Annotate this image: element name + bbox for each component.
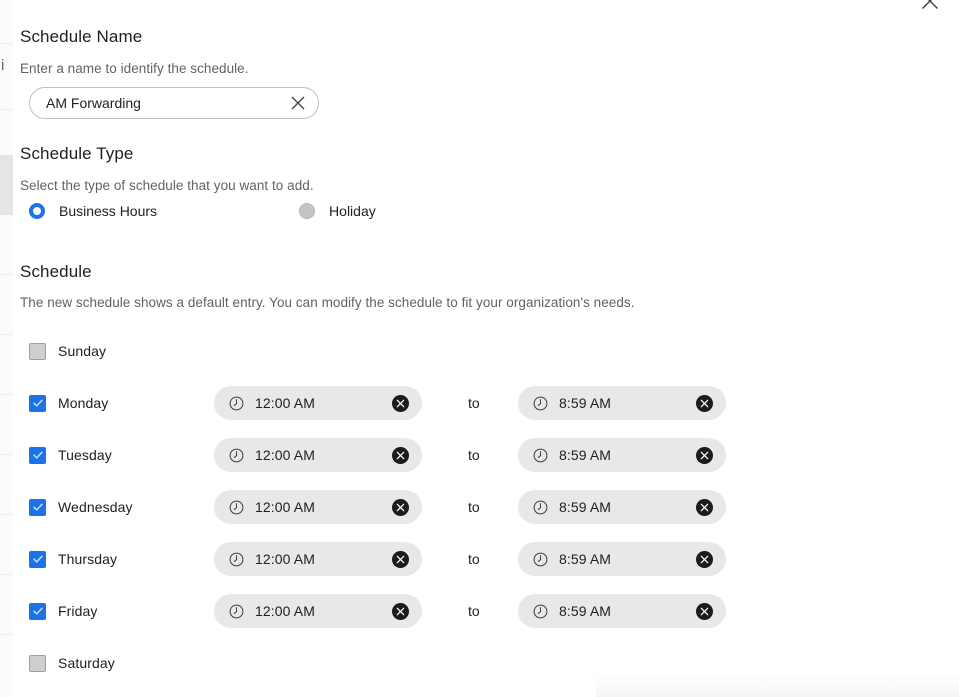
day-label-sunday: Sunday bbox=[58, 343, 107, 359]
start-time-value-thursday: 12:00 AM bbox=[255, 551, 315, 567]
clear-end-time-friday[interactable] bbox=[696, 602, 713, 620]
radio-holiday[interactable]: Holiday bbox=[299, 203, 376, 219]
schedule-type-heading: Schedule Type bbox=[20, 144, 134, 163]
end-time-value-wednesday: 8:59 AM bbox=[559, 499, 612, 515]
time-separator: to bbox=[468, 551, 480, 567]
start-time-tuesday[interactable]: 12:00 AM bbox=[214, 438, 422, 472]
clock-icon bbox=[228, 551, 244, 567]
schedule-heading: Schedule bbox=[20, 262, 92, 281]
radio-business-hours[interactable]: Business Hours bbox=[29, 203, 157, 219]
backdrop-row bbox=[0, 335, 13, 395]
start-time-wednesday[interactable]: 12:00 AM bbox=[214, 490, 422, 524]
table-row: Friday 12:00 AM to 8:59 AM bbox=[20, 585, 959, 637]
day-label-monday: Monday bbox=[58, 395, 109, 411]
clear-start-time-monday[interactable] bbox=[392, 394, 409, 412]
day-label-friday: Friday bbox=[58, 603, 98, 619]
schedule-name-heading: Schedule Name bbox=[20, 27, 143, 46]
clear-start-time-wednesday[interactable] bbox=[392, 498, 409, 516]
day-checkbox-thursday[interactable] bbox=[29, 550, 46, 568]
time-separator: to bbox=[468, 603, 480, 619]
schedule-type-description: Select the type of schedule that you wan… bbox=[20, 178, 314, 193]
day-label-tuesday: Tuesday bbox=[58, 447, 112, 463]
clock-icon bbox=[532, 395, 548, 411]
radio-selected-icon bbox=[29, 203, 45, 219]
start-time-friday[interactable]: 12:00 AM bbox=[214, 594, 422, 628]
end-time-wednesday[interactable]: 8:59 AM bbox=[518, 490, 726, 524]
clock-icon bbox=[228, 603, 244, 619]
end-time-value-friday: 8:59 AM bbox=[559, 603, 612, 619]
backdrop-row bbox=[0, 455, 13, 515]
radio-unselected-icon bbox=[299, 203, 316, 219]
backdrop-row bbox=[0, 395, 13, 455]
page-backdrop-sliver: i bbox=[0, 0, 13, 697]
end-time-value-monday: 8:59 AM bbox=[559, 395, 612, 411]
table-row: Wednesday 12:00 AM to 8:59 AM bbox=[20, 481, 959, 533]
end-time-tuesday[interactable]: 8:59 AM bbox=[518, 438, 726, 472]
day-checkbox-wednesday[interactable] bbox=[29, 498, 46, 516]
table-row: Saturday bbox=[20, 637, 959, 689]
time-separator: to bbox=[468, 395, 480, 411]
backdrop-row bbox=[0, 215, 13, 275]
clock-icon bbox=[532, 499, 548, 515]
end-time-friday[interactable]: 8:59 AM bbox=[518, 594, 726, 628]
clear-start-time-tuesday[interactable] bbox=[392, 446, 409, 464]
backdrop-highlight-row bbox=[0, 155, 13, 215]
radio-holiday-label: Holiday bbox=[329, 203, 376, 219]
day-label-wednesday: Wednesday bbox=[58, 499, 133, 515]
dialog-content: Schedule Name Enter a name to identify t… bbox=[20, 0, 959, 697]
start-time-value-tuesday: 12:00 AM bbox=[255, 447, 315, 463]
time-separator: to bbox=[468, 499, 480, 515]
backdrop-row bbox=[0, 44, 13, 110]
clear-end-time-monday[interactable] bbox=[696, 394, 713, 412]
schedule-name-field[interactable] bbox=[29, 87, 319, 119]
clock-icon bbox=[532, 551, 548, 567]
end-time-thursday[interactable]: 8:59 AM bbox=[518, 542, 726, 576]
start-time-thursday[interactable]: 12:00 AM bbox=[214, 542, 422, 576]
schedule-name-input[interactable] bbox=[46, 89, 268, 117]
day-checkbox-friday[interactable] bbox=[29, 602, 46, 620]
day-checkbox-tuesday[interactable] bbox=[29, 446, 46, 464]
table-row: Monday 12:00 AM to 8:59 AM bbox=[20, 377, 959, 429]
table-row: Sunday bbox=[20, 325, 959, 377]
day-checkbox-sunday[interactable] bbox=[29, 342, 46, 360]
time-separator: to bbox=[468, 447, 480, 463]
schedule-dialog: Schedule Name Enter a name to identify t… bbox=[13, 0, 959, 697]
day-checkbox-saturday[interactable] bbox=[29, 654, 46, 672]
schedule-day-list: Sunday Monday 12:00 AM to 8:59 AM Tuesda… bbox=[20, 325, 959, 689]
table-row: Tuesday 12:00 AM to 8:59 AM bbox=[20, 429, 959, 481]
backdrop-row bbox=[0, 0, 13, 44]
clear-name-icon[interactable] bbox=[286, 91, 310, 115]
day-checkbox-monday[interactable] bbox=[29, 394, 46, 412]
schedule-description: The new schedule shows a default entry. … bbox=[20, 295, 635, 310]
end-time-value-thursday: 8:59 AM bbox=[559, 551, 612, 567]
start-time-monday[interactable]: 12:00 AM bbox=[214, 386, 422, 420]
schedule-name-description: Enter a name to identify the schedule. bbox=[20, 61, 249, 76]
clock-icon bbox=[532, 603, 548, 619]
start-time-value-wednesday: 12:00 AM bbox=[255, 499, 315, 515]
day-label-thursday: Thursday bbox=[58, 551, 118, 567]
start-time-value-monday: 12:00 AM bbox=[255, 395, 315, 411]
start-time-value-friday: 12:00 AM bbox=[255, 603, 315, 619]
backdrop-row bbox=[0, 275, 13, 335]
end-time-value-tuesday: 8:59 AM bbox=[559, 447, 612, 463]
schedule-type-radio-group: Business Hours Holiday bbox=[29, 203, 376, 219]
clear-start-time-friday[interactable] bbox=[392, 602, 409, 620]
clock-icon bbox=[532, 447, 548, 463]
backdrop-row bbox=[0, 575, 13, 635]
day-label-saturday: Saturday bbox=[58, 655, 115, 671]
radio-business-hours-label: Business Hours bbox=[59, 203, 158, 219]
clear-end-time-tuesday[interactable] bbox=[696, 446, 713, 464]
backdrop-row bbox=[0, 515, 13, 575]
clear-end-time-thursday[interactable] bbox=[696, 550, 713, 568]
table-row: Thursday 12:00 AM to 8:59 AM bbox=[20, 533, 959, 585]
clear-end-time-wednesday[interactable] bbox=[696, 498, 713, 516]
end-time-monday[interactable]: 8:59 AM bbox=[518, 386, 726, 420]
clock-icon bbox=[228, 447, 244, 463]
backdrop-text-fragment: i bbox=[1, 57, 5, 74]
clock-icon bbox=[228, 395, 244, 411]
clock-icon bbox=[228, 499, 244, 515]
clear-start-time-thursday[interactable] bbox=[392, 550, 409, 568]
